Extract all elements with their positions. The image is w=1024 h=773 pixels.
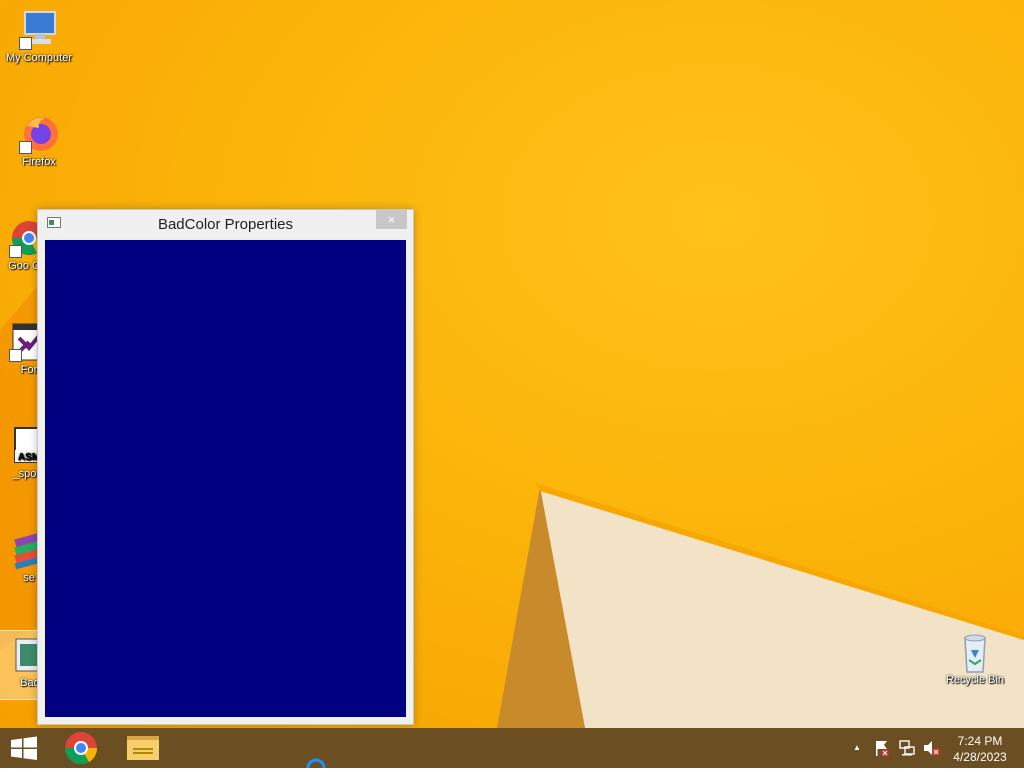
firefox-icon xyxy=(19,114,59,154)
desktop-icon-my-computer[interactable]: My Computer xyxy=(0,10,78,65)
start-button[interactable] xyxy=(0,728,48,768)
desktop-icon-firefox[interactable]: Firefox xyxy=(0,114,78,169)
desktop-icon-label: My Computer xyxy=(5,52,73,64)
close-button[interactable]: × xyxy=(376,210,407,229)
windows-logo-icon xyxy=(11,736,37,760)
action-center-button[interactable] xyxy=(872,728,892,768)
volume-button[interactable] xyxy=(920,728,942,768)
window-title: BadColor Properties xyxy=(157,216,294,233)
volume-muted-icon xyxy=(924,741,940,756)
taskbar: ▲ 7:24 PM 4/28/2023 xyxy=(0,728,1024,768)
show-hidden-icons-button[interactable]: ▲ xyxy=(848,728,866,768)
desktop-icon-label: Firefox xyxy=(22,156,56,168)
color-display-panel xyxy=(45,240,406,717)
network-button[interactable] xyxy=(896,728,918,768)
desktop-icon-recycle-bin[interactable]: Recycle Bin xyxy=(936,632,1014,687)
action-center-flag-icon xyxy=(876,741,889,757)
chevron-up-icon: ▲ xyxy=(853,743,861,752)
clock-date: 4/28/2023 xyxy=(953,750,1007,764)
taskbar-chrome-button[interactable] xyxy=(58,728,104,768)
window-titlebar[interactable]: BadColor Properties × xyxy=(38,210,413,239)
folder-icon xyxy=(127,736,159,760)
badcolor-properties-window[interactable]: BadColor Properties × xyxy=(37,209,414,725)
clock-time: 7:24 PM xyxy=(957,734,1003,748)
chrome-icon xyxy=(64,732,98,765)
computer-icon xyxy=(19,10,59,50)
clock[interactable]: 7:24 PM 4/28/2023 xyxy=(944,733,1016,765)
recycle-bin-icon xyxy=(955,632,995,673)
busy-cursor-icon xyxy=(306,758,326,768)
network-icon xyxy=(899,740,915,756)
taskbar-file-explorer-button[interactable] xyxy=(120,728,166,768)
desktop[interactable]: My Computer Firefox Goo Chr For ASM _spo… xyxy=(0,0,1024,728)
